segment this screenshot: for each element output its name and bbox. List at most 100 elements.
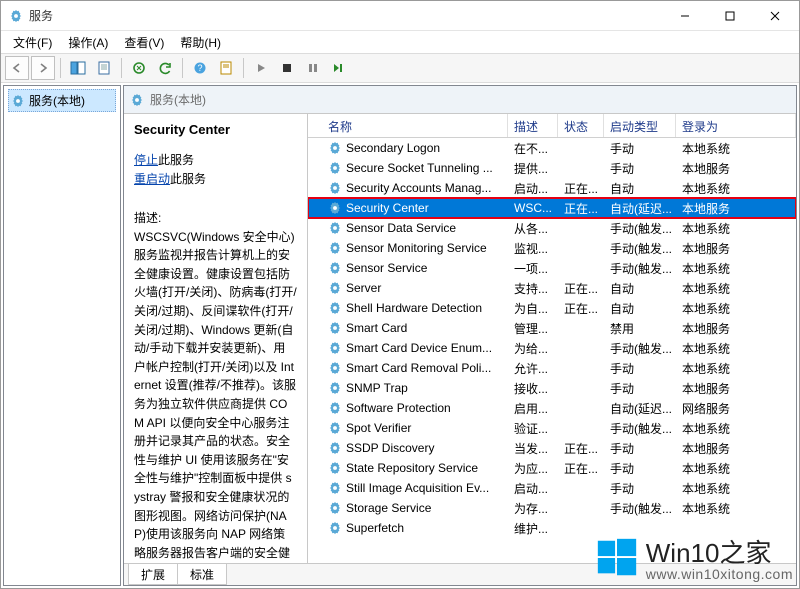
gear-icon <box>328 201 342 215</box>
close-button[interactable] <box>752 1 797 30</box>
row-name: Secondary Logon <box>346 141 440 155</box>
row-name: Smart Card Removal Poli... <box>346 361 491 375</box>
row-name: Storage Service <box>346 501 431 515</box>
row-name: Software Protection <box>346 401 451 415</box>
row-logon: 本地系统 <box>676 220 796 237</box>
svg-text:?: ? <box>197 63 202 73</box>
gear-icon <box>130 93 144 107</box>
gear-icon <box>328 161 342 175</box>
tab-extended[interactable]: 扩展 <box>128 564 178 585</box>
row-name: Sensor Service <box>346 261 427 275</box>
service-row[interactable]: Superfetch维护... <box>308 518 796 538</box>
service-row[interactable]: Sensor Data Service从各...手动(触发...本地系统 <box>308 218 796 238</box>
service-row[interactable]: SSDP Discovery当发...正在...手动本地服务 <box>308 438 796 458</box>
service-row[interactable]: Software Protection启用...自动(延迟...网络服务 <box>308 398 796 418</box>
tool-properties[interactable] <box>92 56 116 80</box>
row-start: 手动 <box>604 460 676 477</box>
gear-icon <box>328 261 342 275</box>
row-logon: 本地系统 <box>676 460 796 477</box>
menu-bar: 文件(F) 操作(A) 查看(V) 帮助(H) <box>1 31 799 53</box>
row-logon: 本地服务 <box>676 240 796 257</box>
tool-back[interactable] <box>5 56 29 80</box>
menu-view[interactable]: 查看(V) <box>116 32 172 53</box>
row-desc: 启动... <box>508 480 558 497</box>
row-logon: 本地系统 <box>676 340 796 357</box>
tool-show-hide[interactable] <box>66 56 90 80</box>
column-headers: 名称 描述 状态 启动类型 登录为 <box>308 114 796 138</box>
gear-icon <box>328 141 342 155</box>
maximize-button[interactable] <box>707 1 752 30</box>
service-row[interactable]: Smart Card Device Enum...为给...手动(触发...本地… <box>308 338 796 358</box>
tool-export[interactable] <box>127 56 151 80</box>
row-desc: 允许... <box>508 360 558 377</box>
gear-icon <box>328 521 342 535</box>
window-title: 服务 <box>29 7 662 24</box>
tool-restart[interactable] <box>327 56 351 80</box>
service-row[interactable]: Server支持...正在...自动本地系统 <box>308 278 796 298</box>
gear-icon <box>328 301 342 315</box>
row-logon: 本地系统 <box>676 420 796 437</box>
service-row[interactable]: Smart Card管理...禁用本地服务 <box>308 318 796 338</box>
row-logon: 网络服务 <box>676 400 796 417</box>
col-state[interactable]: 状态 <box>558 114 604 137</box>
row-state: 正在... <box>558 200 604 217</box>
row-logon: 本地系统 <box>676 180 796 197</box>
tool-refresh[interactable] <box>153 56 177 80</box>
menu-help[interactable]: 帮助(H) <box>172 32 229 53</box>
service-row[interactable]: Secure Socket Tunneling ...提供...手动本地服务 <box>308 158 796 178</box>
row-start: 手动 <box>604 440 676 457</box>
tool-help[interactable]: ? <box>188 56 212 80</box>
row-desc: 维护... <box>508 520 558 537</box>
row-name: Server <box>346 281 381 295</box>
service-row[interactable]: Spot Verifier验证...手动(触发...本地系统 <box>308 418 796 438</box>
service-row[interactable]: Security Accounts Manag...启动...正在...自动本地… <box>308 178 796 198</box>
service-row[interactable]: Storage Service为存...手动(触发...本地系统 <box>308 498 796 518</box>
col-logon[interactable]: 登录为 <box>676 114 796 137</box>
col-start[interactable]: 启动类型 <box>604 114 676 137</box>
tab-standard[interactable]: 标准 <box>177 564 227 585</box>
row-desc: 启动... <box>508 180 558 197</box>
tool-stop[interactable] <box>275 56 299 80</box>
col-desc[interactable]: 描述 <box>508 114 558 137</box>
row-start: 手动 <box>604 140 676 157</box>
link-stop[interactable]: 停止 <box>134 153 158 167</box>
col-name[interactable]: 名称 <box>322 114 508 137</box>
row-logon: 本地系统 <box>676 300 796 317</box>
row-logon: 本地系统 <box>676 140 796 157</box>
row-start: 手动(触发... <box>604 220 676 237</box>
service-row[interactable]: Sensor Service一项...手动(触发...本地系统 <box>308 258 796 278</box>
service-row[interactable]: Smart Card Removal Poli...允许...手动本地系统 <box>308 358 796 378</box>
view-tabs: 扩展 标准 <box>124 563 796 585</box>
service-row[interactable]: State Repository Service为应...正在...手动本地系统 <box>308 458 796 478</box>
row-desc: WSC... <box>508 201 558 215</box>
row-name: SNMP Trap <box>346 381 408 395</box>
gear-icon <box>328 501 342 515</box>
service-row[interactable]: Shell Hardware Detection为自...正在...自动本地系统 <box>308 298 796 318</box>
tree-root-node[interactable]: 服务(本地) <box>8 89 116 112</box>
minimize-button[interactable] <box>662 1 707 30</box>
tool-pause[interactable] <box>301 56 325 80</box>
link-restart[interactable]: 重启动 <box>134 172 170 186</box>
row-start: 自动 <box>604 300 676 317</box>
row-desc: 监视... <box>508 240 558 257</box>
service-row[interactable]: Still Image Acquisition Ev...启动...手动本地系统 <box>308 478 796 498</box>
gear-icon <box>328 221 342 235</box>
service-row[interactable]: Security CenterWSC...正在...自动(延迟...本地服务 <box>308 198 796 218</box>
tool-prop2[interactable] <box>214 56 238 80</box>
gear-icon <box>328 321 342 335</box>
row-logon: 本地服务 <box>676 440 796 457</box>
row-name: Sensor Monitoring Service <box>346 241 487 255</box>
gear-icon <box>328 401 342 415</box>
service-row[interactable]: Sensor Monitoring Service监视...手动(触发...本地… <box>308 238 796 258</box>
gear-icon <box>328 361 342 375</box>
row-name: Shell Hardware Detection <box>346 301 482 315</box>
tool-forward[interactable] <box>31 56 55 80</box>
row-start: 手动(触发... <box>604 500 676 517</box>
menu-file[interactable]: 文件(F) <box>5 32 60 53</box>
row-state: 正在... <box>558 280 604 297</box>
menu-action[interactable]: 操作(A) <box>60 32 116 53</box>
tool-play[interactable] <box>249 56 273 80</box>
row-desc: 接收... <box>508 380 558 397</box>
service-row[interactable]: SNMP Trap接收...手动本地服务 <box>308 378 796 398</box>
service-row[interactable]: Secondary Logon在不...手动本地系统 <box>308 138 796 158</box>
